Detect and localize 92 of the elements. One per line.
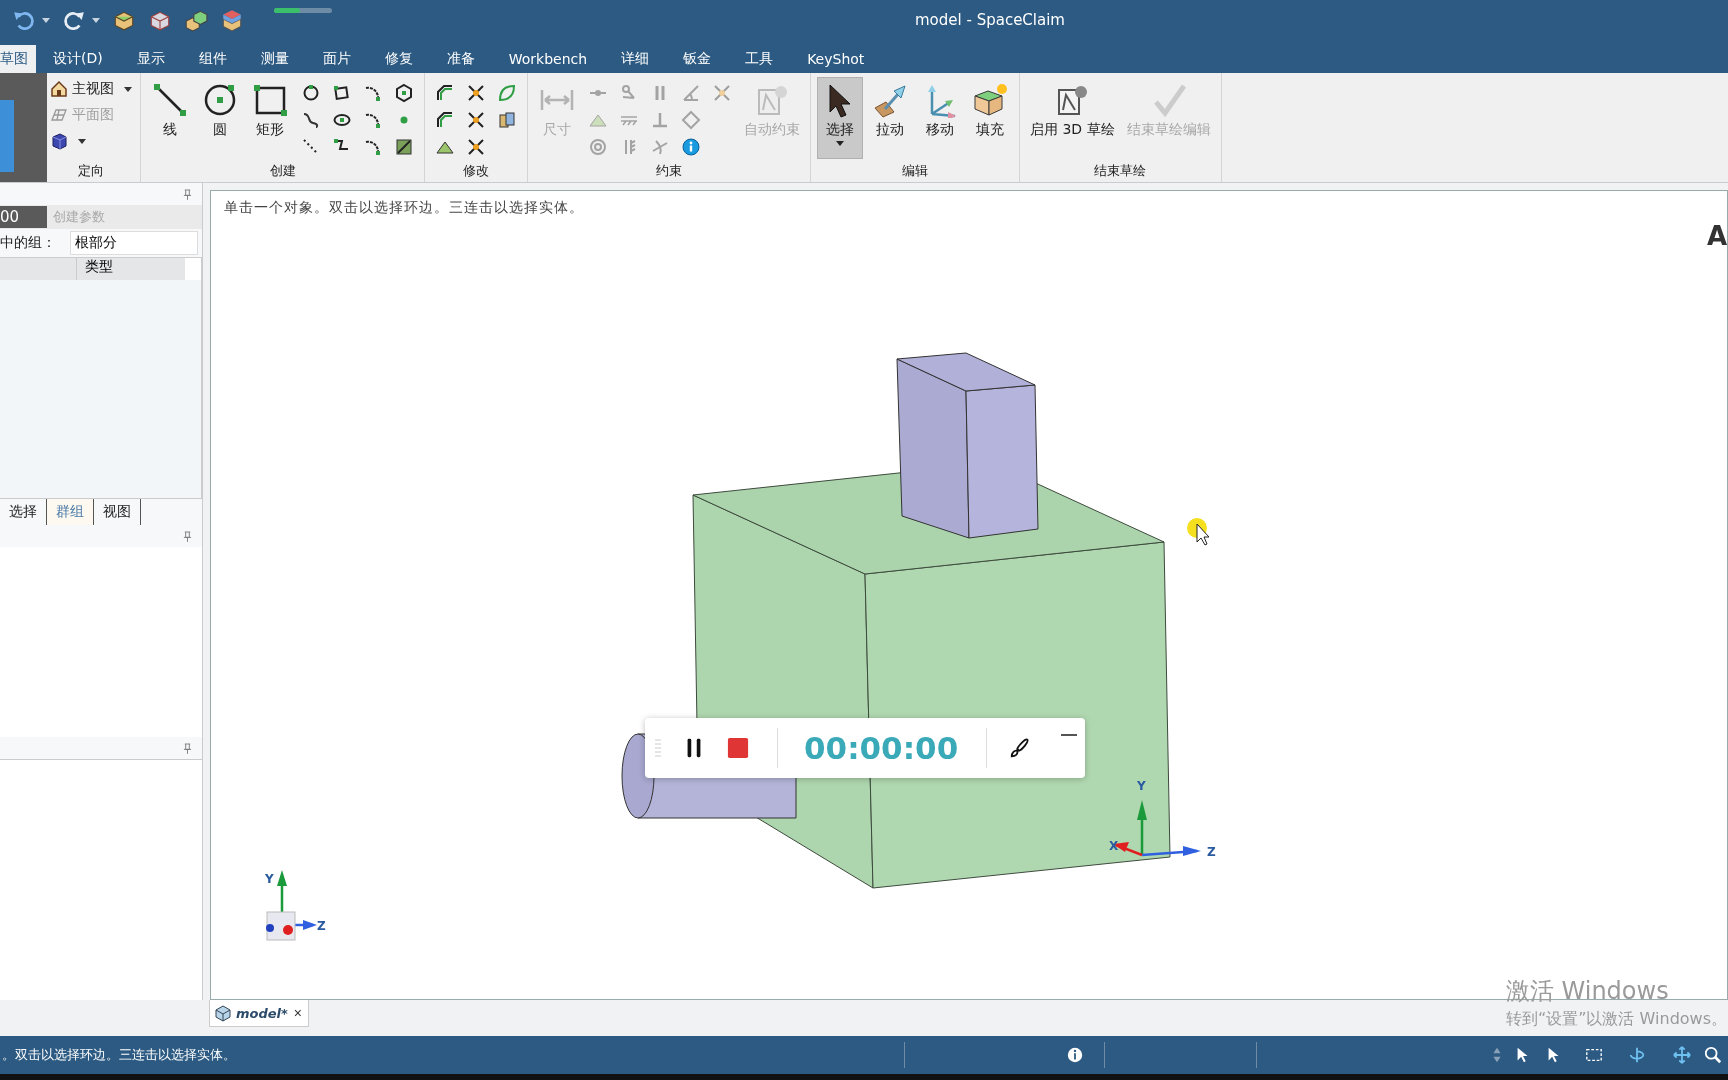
ribbon-tab[interactable]: 组件 xyxy=(181,45,244,73)
stop-icon[interactable] xyxy=(727,737,749,759)
pin-icon[interactable] xyxy=(183,742,192,754)
axis-label: Y xyxy=(265,872,274,886)
group-field[interactable]: 根部分 xyxy=(70,231,198,255)
ribbon-tab[interactable]: 草图 xyxy=(0,45,36,73)
corner-icon[interactable] xyxy=(435,110,455,130)
tool-button[interactable]: 选择 xyxy=(817,77,863,159)
axis-label: Y xyxy=(1137,779,1146,793)
tool-button[interactable]: 移动 xyxy=(917,77,963,159)
ribbon-tab[interactable]: 设计(D) xyxy=(36,45,120,73)
info-icon[interactable] xyxy=(681,137,701,157)
ribbon-tab[interactable]: 显示 xyxy=(119,45,182,73)
brush-icon[interactable] xyxy=(1009,737,1032,759)
cross-icon[interactable] xyxy=(466,83,486,103)
ribbon-tab[interactable]: KeyShot xyxy=(790,45,882,73)
group-label: 结束草绘 xyxy=(1093,162,1148,180)
group-label: 定向 xyxy=(77,162,105,180)
activation-title: 激活 Windows xyxy=(1505,977,1670,1004)
dropdown-arrow-icon[interactable] xyxy=(92,17,100,23)
hexagon-icon[interactable] xyxy=(394,83,414,103)
params-label: 创建参数 xyxy=(53,208,105,226)
ribbon-tab[interactable]: 详细 xyxy=(604,45,667,73)
status-text: 。双击以选择环边。三连击以选择实体。 xyxy=(1,1046,236,1064)
ribbon-tab[interactable]: 测量 xyxy=(243,45,306,73)
close-button[interactable]: × xyxy=(291,1005,305,1021)
pull-arrow-icon xyxy=(872,82,908,118)
timer-text: 00:00:00 xyxy=(804,730,959,766)
pages-icon[interactable] xyxy=(497,110,517,130)
ring-icon[interactable] xyxy=(301,83,321,103)
circle-icon xyxy=(202,82,238,118)
ribbon-tab[interactable]: Workbench xyxy=(491,45,605,73)
tool-button[interactable]: 拉动 xyxy=(867,77,913,159)
dropdown-arrow-icon[interactable] xyxy=(78,138,86,144)
leaf-icon[interactable] xyxy=(497,83,517,103)
group-label: 修改 xyxy=(462,162,490,180)
axis-label: Z xyxy=(1207,845,1216,859)
axis-triad-icon xyxy=(266,870,317,941)
part-icon xyxy=(214,1004,232,1022)
dropdown-arrow-icon[interactable] xyxy=(124,86,132,92)
tool-button[interactable]: 填充 xyxy=(967,77,1013,159)
group-label: 编辑 xyxy=(901,162,929,180)
search-icon[interactable] xyxy=(1704,1046,1722,1064)
tool-button[interactable]: 线 xyxy=(147,77,193,159)
ribbon-tab[interactable]: 钣金 xyxy=(666,45,729,73)
window-title: model - SpaceClaim xyxy=(914,11,1066,29)
curve-icon[interactable] xyxy=(301,110,321,130)
ribbon-tab[interactable]: 修复 xyxy=(367,45,430,73)
cross-icon[interactable] xyxy=(466,110,486,130)
cube-icon xyxy=(50,132,68,150)
pan-icon[interactable] xyxy=(1673,1046,1691,1064)
panel-tab[interactable]: 视图 xyxy=(94,499,141,525)
pin-icon[interactable] xyxy=(183,530,192,542)
tool-button[interactable]: 圆 xyxy=(197,77,243,159)
timer-text: 00 xyxy=(0,206,47,228)
axis-label: X xyxy=(1109,839,1119,853)
rotate-icon[interactable] xyxy=(1628,1046,1646,1064)
field-label: 中的组： xyxy=(0,234,56,252)
tab-label: model* xyxy=(236,1005,288,1021)
ribbon-tab[interactable]: 工具 xyxy=(728,45,791,73)
ribbon-tab[interactable]: 准备 xyxy=(429,45,492,73)
cross-icon[interactable] xyxy=(466,137,486,157)
house-icon xyxy=(50,80,68,98)
line-icon xyxy=(152,82,188,118)
dropdown-arrow-icon[interactable] xyxy=(836,140,844,146)
pencil-icon[interactable] xyxy=(394,137,414,157)
group-label: 约束 xyxy=(655,162,683,180)
axis-label: Z xyxy=(317,919,326,933)
stack-icon[interactable] xyxy=(220,8,244,32)
grip-icon[interactable] xyxy=(655,738,661,758)
tool-button[interactable]: 矩形 xyxy=(247,77,293,159)
tool-button[interactable]: 启用 3D 草绘 xyxy=(1026,77,1119,159)
activation-text: 转到“设置”以激活 Windows。 xyxy=(1505,1009,1727,1030)
ribbon-tab[interactable]: 面片 xyxy=(305,45,368,73)
info-icon[interactable] xyxy=(1066,1046,1084,1064)
pin-icon[interactable] xyxy=(183,188,192,200)
group-label: 创建 xyxy=(268,162,297,180)
document-tab[interactable]: model* × xyxy=(209,1000,310,1027)
grid-icon xyxy=(50,106,68,124)
minimize-icon[interactable] xyxy=(1061,733,1078,737)
column-header[interactable]: 类型 xyxy=(77,258,185,280)
dropdown-arrow-icon[interactable] xyxy=(42,17,50,23)
logo-text: A xyxy=(1706,221,1727,251)
hint-text: 单击一个对象。双击以选择环边。三连击以选择实体。 xyxy=(224,199,584,217)
boxes-icon[interactable] xyxy=(184,8,208,32)
panel-tab[interactable]: 群组 xyxy=(47,499,94,525)
box-select-icon[interactable] xyxy=(1585,1046,1603,1064)
corner-icon[interactable] xyxy=(435,83,455,103)
view-button[interactable]: 主视图 xyxy=(48,77,134,101)
rectangle-icon xyxy=(252,82,288,118)
cursor-icon xyxy=(1187,518,1210,546)
filled-box-icon xyxy=(972,82,1008,118)
